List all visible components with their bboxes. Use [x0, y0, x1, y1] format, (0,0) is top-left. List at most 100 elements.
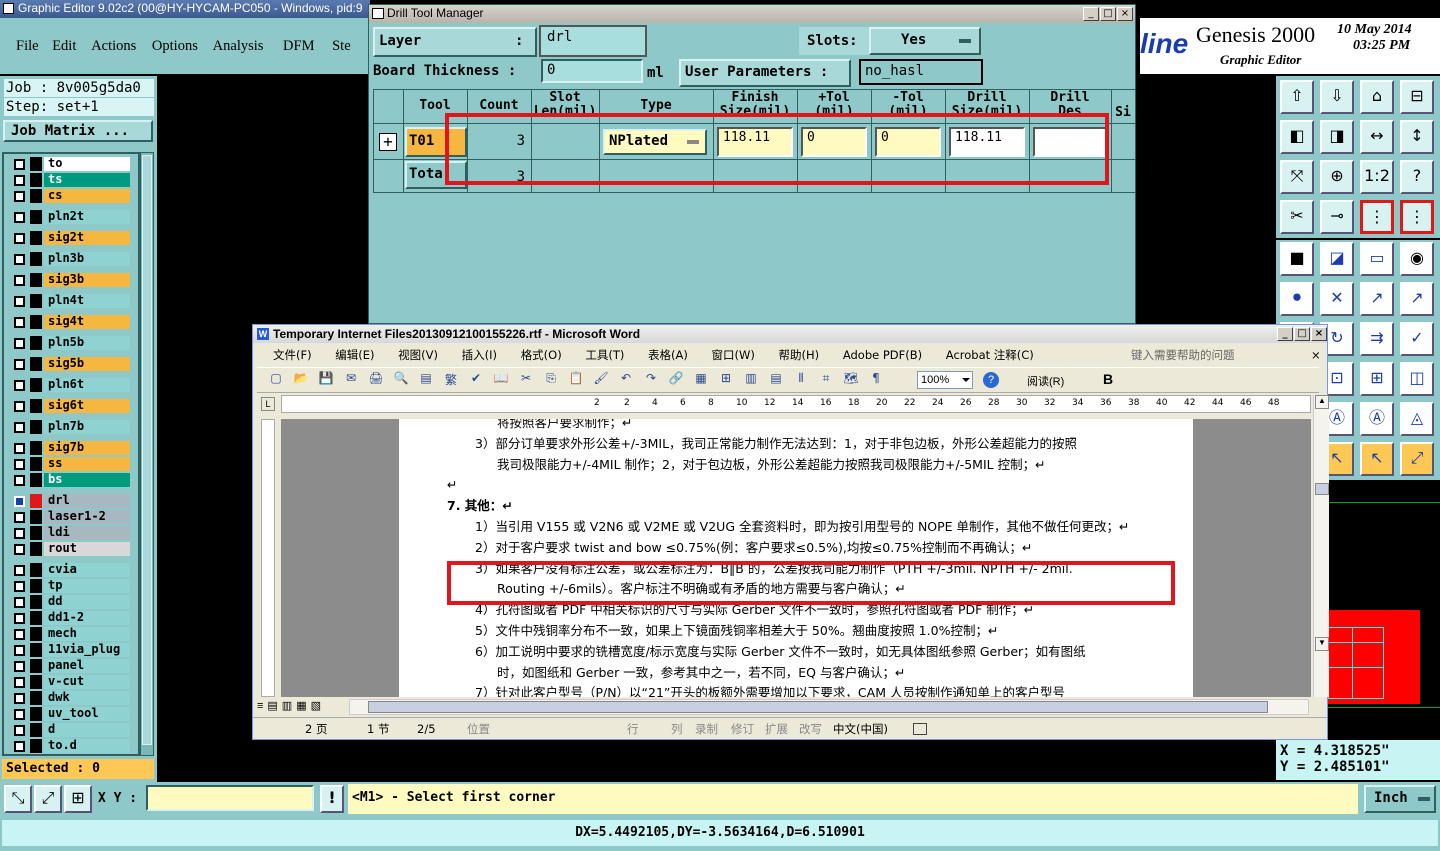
layer-name[interactable]: dwk	[44, 691, 130, 705]
layer-row[interactable]: sig3b	[10, 272, 130, 288]
toolbar-icon[interactable]: ¶	[867, 371, 885, 385]
layer-name[interactable]: mech	[44, 627, 130, 641]
zoom-fit-icon[interactable]: ⤢	[34, 785, 62, 813]
layer-checkbox[interactable]	[14, 380, 25, 391]
layer-row[interactable]: pln4t	[10, 293, 130, 309]
tool-icon[interactable]: ◉	[1400, 242, 1434, 276]
tool-icon[interactable]: ⊞	[1360, 362, 1394, 396]
layer-row[interactable]: dwk	[10, 690, 130, 706]
layer-name[interactable]: tp	[44, 579, 130, 593]
layer-checkbox[interactable]	[14, 661, 25, 672]
layer-row[interactable]: rout	[10, 541, 130, 557]
layer-row[interactable]: sig5b	[10, 356, 130, 372]
toolbar-icon[interactable]: ⎘	[542, 371, 560, 386]
toolbar-icon[interactable]: 📂	[292, 371, 310, 385]
maximize-button[interactable]: □	[1100, 7, 1116, 21]
layer-row[interactable]: ldi	[10, 525, 130, 541]
tool-icon[interactable]: ↗	[1400, 282, 1434, 316]
layer-checkbox[interactable]	[14, 597, 25, 608]
menu-window[interactable]: 窗口(W)	[712, 348, 755, 362]
layer-checkbox[interactable]	[14, 401, 25, 412]
word-titlebar[interactable]: W Temporary Internet Files20130912100155…	[253, 325, 1327, 343]
layer-checkbox[interactable]	[14, 359, 25, 370]
layer-checkbox[interactable]	[14, 254, 25, 265]
layer-checkbox[interactable]	[14, 175, 25, 186]
toolbar-icon[interactable]: ▥	[742, 371, 760, 385]
tool-icon[interactable]: ↖	[1360, 442, 1394, 476]
layer-name[interactable]: dd	[44, 595, 130, 609]
layer-checkbox[interactable]	[14, 459, 25, 470]
layer-row[interactable]: ts	[10, 172, 130, 188]
layer-name[interactable]: sig5b	[44, 357, 130, 371]
center-icon[interactable]: ⊕	[1320, 160, 1354, 194]
layer-name[interactable]: ss	[44, 457, 130, 471]
layer-checkbox[interactable]	[14, 496, 25, 507]
menu-dfm[interactable]: DFM	[283, 38, 314, 54]
layer-name[interactable]: dd1-2	[44, 611, 130, 625]
layer-checkbox[interactable]	[14, 693, 25, 704]
maximize-button[interactable]: □	[1294, 327, 1310, 341]
layer-checkbox[interactable]	[14, 741, 25, 752]
grid-icon[interactable]: ⊞	[64, 785, 92, 813]
layer-checkbox[interactable]	[14, 475, 25, 486]
layer-name[interactable]: sig7b	[44, 441, 130, 455]
minimize-button[interactable]: _	[1277, 327, 1293, 341]
layer-checkbox[interactable]	[14, 212, 25, 223]
toolbar-icon[interactable]: 💾	[317, 371, 335, 385]
menu-tools[interactable]: 工具(T)	[585, 348, 624, 362]
layer-name[interactable]: pln2t	[44, 210, 130, 224]
layer-row[interactable]: to	[10, 156, 130, 172]
layer-name[interactable]: to	[44, 157, 130, 171]
layer-name[interactable]: pln5b	[44, 336, 130, 350]
layer-name[interactable]: pln7b	[44, 420, 130, 434]
layer-checkbox[interactable]	[14, 338, 25, 349]
toolbar-icon[interactable]: 🖌	[592, 371, 610, 385]
toolbar-icon[interactable]: 📋	[567, 371, 585, 385]
layer-row[interactable]: ss	[10, 456, 130, 472]
scroll-thumb[interactable]	[1315, 483, 1329, 495]
layer-name[interactable]: bs	[44, 473, 130, 487]
layer-row[interactable]: mech	[10, 626, 130, 642]
layer-name[interactable]: to.d	[44, 739, 130, 753]
left-icon[interactable]: ◧	[1280, 120, 1314, 154]
layer-row[interactable]: cs	[10, 188, 130, 204]
layer-checkbox[interactable]	[14, 565, 25, 576]
tool-icon[interactable]: ⇉	[1360, 322, 1394, 356]
tool-icon[interactable]: ✕	[1320, 282, 1354, 316]
layer-row[interactable]: sig7b	[10, 440, 130, 456]
move-down-icon[interactable]: ⇩	[1320, 80, 1354, 114]
layer-scrollbar[interactable]	[140, 152, 154, 756]
layer-name[interactable]: v-cut	[44, 675, 130, 689]
layer-checkbox[interactable]	[14, 296, 25, 307]
layer-checkbox[interactable]	[14, 443, 25, 454]
close-button[interactable]: ×	[1117, 7, 1133, 21]
tool-icon[interactable]: ◬	[1400, 402, 1434, 436]
horizontal-ruler[interactable]: 2 2 4 6 8 10 12 14 16 18 20 22 24 26 28 30 32 34 36 38 40 42 4…	[281, 395, 1311, 413]
layer-name[interactable]: sig4t	[44, 315, 130, 329]
toolbar-icon[interactable]: ▢	[267, 371, 285, 385]
job-matrix-button[interactable]: Job Matrix ...	[3, 120, 153, 142]
toolbar-icon[interactable]: ▤	[417, 371, 435, 385]
layer-name[interactable]: uv_tool	[44, 707, 130, 721]
menu-options[interactable]: Options	[152, 38, 198, 54]
layer-row[interactable]: drl	[10, 493, 130, 509]
unit-select[interactable]: Inch	[1364, 785, 1436, 813]
read-button[interactable]: 阅读(R)	[1027, 373, 1064, 389]
layer-row[interactable]: sig2t	[10, 230, 130, 246]
layer-checkbox[interactable]	[14, 191, 25, 202]
view-buttons[interactable]: ≡▤▥▦▧	[257, 699, 347, 715]
menu-step[interactable]: Ste	[332, 38, 351, 54]
menu-help[interactable]: 帮助(H)	[779, 348, 820, 362]
layer-input[interactable]: drl	[539, 25, 647, 57]
toolbar-icon[interactable]: 🗺	[842, 371, 860, 385]
layer-checkbox[interactable]	[14, 422, 25, 433]
menu-file[interactable]: File	[16, 38, 39, 54]
menu-format[interactable]: 格式(O)	[521, 348, 562, 362]
bold-button[interactable]: B	[1103, 371, 1113, 387]
mirror-icon[interactable]: ↔	[1360, 120, 1394, 154]
layer-row[interactable]: dd1-2	[10, 610, 130, 626]
menu-insert[interactable]: 插入(I)	[462, 348, 497, 362]
right-icon[interactable]: ◨	[1320, 120, 1354, 154]
layer-checkbox[interactable]	[14, 233, 25, 244]
layer-row[interactable]: pln7b	[10, 419, 130, 435]
